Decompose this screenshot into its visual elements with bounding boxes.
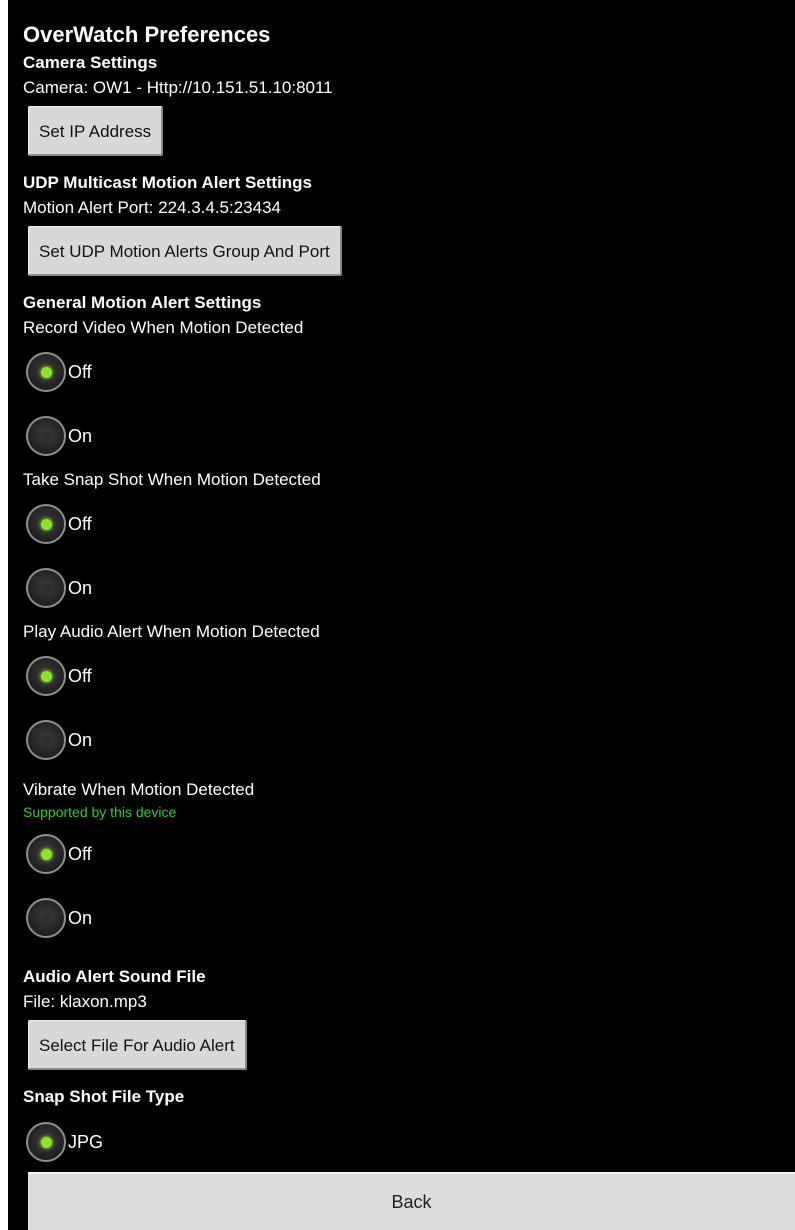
audio-alert-label: Play Audio Alert When Motion Detected [23,622,320,641]
record-video-label: Record Video When Motion Detected [23,318,304,337]
radio-selected-icon[interactable] [26,656,66,696]
radio-selected-icon[interactable] [26,352,66,392]
audio-file-header: Audio Alert Sound File [23,967,206,986]
preferences-scroll-area[interactable]: OverWatch Preferences Camera Settings Ca… [8,0,795,1174]
select-audio-file-button[interactable]: Select File For Audio Alert [28,1020,247,1070]
audio-file-value: File: klaxon.mp3 [23,992,147,1011]
record-off-option[interactable]: Off [23,340,795,404]
back-button[interactable]: Back [28,1172,795,1230]
udp-port-value: Motion Alert Port: 224.3.4.5:23434 [23,198,282,217]
radio-unselected-icon[interactable] [26,720,66,760]
audio-off-label: Off [68,665,92,686]
general-settings-header: General Motion Alert Settings [23,293,262,312]
page-title: OverWatch Preferences [23,22,271,47]
vibrate-label: Vibrate When Motion Detected [23,780,255,799]
back-button-label: Back [391,1191,432,1212]
camera-value: Camera: OW1 - Http://10.151.51.10:8011 [23,78,333,97]
radio-unselected-icon[interactable] [26,898,66,938]
snapshot-on-option[interactable]: On [23,556,795,620]
set-udp-alerts-button[interactable]: Set UDP Motion Alerts Group And Port [28,226,342,276]
snapshot-type-option-label: JPG [68,1131,104,1152]
radio-selected-icon[interactable] [26,834,66,874]
udp-settings-header: UDP Multicast Motion Alert Settings [23,173,313,192]
snapshot-on-label: On [68,577,93,598]
radio-unselected-icon[interactable] [26,568,66,608]
snapshot-off-option[interactable]: Off [23,492,795,556]
record-on-option[interactable]: On [23,404,795,468]
snapshot-type-option-partial[interactable]: JPG [23,1110,795,1174]
audio-on-label: On [68,729,93,750]
vibrate-support-note: Supported by this device [23,804,177,820]
audio-on-option[interactable]: On [23,708,795,772]
camera-settings-header: Camera Settings [23,53,158,72]
record-on-label: On [68,425,93,446]
vibrate-on-label: On [68,907,93,928]
snapshot-label: Take Snap Shot When Motion Detected [23,470,321,489]
set-ip-address-button[interactable]: Set IP Address [28,106,164,156]
radio-selected-icon[interactable] [26,1122,66,1162]
preferences-screen: OverWatch Preferences Camera Settings Ca… [8,0,795,1230]
snapshot-off-label: Off [68,513,92,534]
vibrate-off-label: Off [68,843,92,864]
radio-selected-icon[interactable] [26,504,66,544]
vibrate-off-option[interactable]: Off [23,822,795,886]
vibrate-on-option[interactable]: On [23,886,795,950]
radio-unselected-icon[interactable] [26,416,66,456]
record-off-label: Off [68,361,92,382]
audio-off-option[interactable]: Off [23,644,795,708]
snapshot-type-header: Snap Shot File Type [23,1087,185,1106]
